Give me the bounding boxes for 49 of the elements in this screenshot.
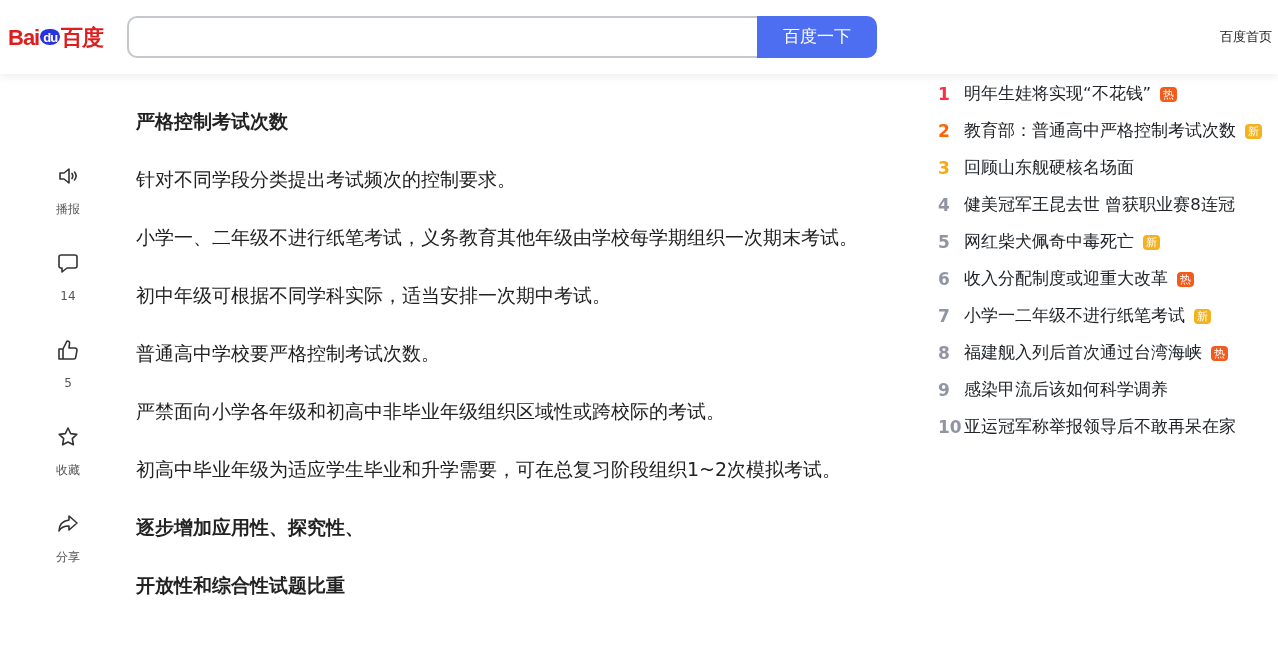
hot-search-link[interactable]: 明年生娃将实现“不花钱” <box>964 82 1152 107</box>
rank-number: 9 <box>938 378 951 402</box>
hot-search-link[interactable]: 收入分配制度或迎重大改革 <box>964 267 1168 292</box>
hot-search-link[interactable]: 健美冠军王昆去世 曾获职业赛8连冠 <box>964 193 1235 218</box>
hot-badge: 热 <box>1177 271 1194 288</box>
rank-number: 6 <box>938 267 951 291</box>
logo-text: Bai <box>8 23 40 52</box>
search-field[interactable] <box>127 16 758 58</box>
paw-logo-icon: du <box>40 29 61 45</box>
hot-search-link[interactable]: 感染甲流后该如何科学调养 <box>964 378 1168 403</box>
rank-number: 8 <box>938 341 951 365</box>
rank-number: 1 <box>938 82 951 106</box>
section-heading: 开放性和综合性试题比重 <box>136 573 346 598</box>
new-badge: 新 <box>1245 123 1262 140</box>
rank-number: 3 <box>938 156 951 180</box>
paragraph: 普通高中学校要严格控制考试次数。 <box>136 341 441 366</box>
paragraph: 针对不同学段分类提出考试频次的控制要求。 <box>136 167 517 192</box>
action-label: 分享 <box>56 549 80 566</box>
section-heading: 严格控制考试次数 <box>136 109 289 134</box>
logo-text: 百度 <box>61 23 104 52</box>
rank-number: 2 <box>938 119 951 143</box>
hot-search-link[interactable]: 回顾山东舰硬核名场面 <box>964 156 1134 181</box>
thumbs-up-icon[interactable] <box>56 338 80 362</box>
hot-search-link[interactable]: 福建舰入列后首次通过台湾海峡 <box>964 341 1202 366</box>
paragraph: 初中年级可根据不同学科实际，适当安排一次期中考试。 <box>136 283 612 308</box>
hot-badge: 热 <box>1211 345 1228 362</box>
action-label: 播报 <box>56 201 80 218</box>
rank-number: 4 <box>938 193 951 217</box>
search-button[interactable]: 百度一下 <box>757 16 878 58</box>
new-badge: 新 <box>1194 308 1211 325</box>
rank-number: 5 <box>938 230 951 254</box>
star-icon[interactable] <box>56 425 80 449</box>
hot-search-link[interactable]: 教育部：普通高中严格控制考试次数 <box>964 119 1236 144</box>
new-badge: 新 <box>1143 234 1160 251</box>
action-label: 收藏 <box>56 462 80 479</box>
paragraph: 小学一、二年级不进行纸笔考试，义务教育其他年级由学校每学期组织一次期末考试。 <box>136 225 859 250</box>
hot-search-link[interactable]: 小学一二年级不进行纸笔考试 <box>964 304 1185 329</box>
hot-search-link[interactable]: 亚运冠军称举报领导后不敢再呆在家 <box>964 415 1236 440</box>
home-link[interactable]: 百度首页 <box>1220 27 1272 47</box>
action-label: 5 <box>64 375 72 392</box>
rank-number: 10 <box>938 415 963 439</box>
hot-search-link[interactable]: 网红柴犬佩奇中毒死亡 <box>964 230 1134 255</box>
rank-number: 7 <box>938 304 951 328</box>
paragraph: 严禁面向小学各年级和初高中非毕业年级组织区域性或跨校际的考试。 <box>136 399 726 424</box>
section-heading: 逐步增加应用性、探究性、 <box>136 515 365 540</box>
comment-icon[interactable] <box>56 251 80 275</box>
action-label: 14 <box>60 288 76 305</box>
paragraph: 初高中毕业年级为适应学生毕业和升学需要，可在总复习阶段组织1~2次模拟考试。 <box>136 457 843 482</box>
hot-badge: 热 <box>1160 86 1178 103</box>
